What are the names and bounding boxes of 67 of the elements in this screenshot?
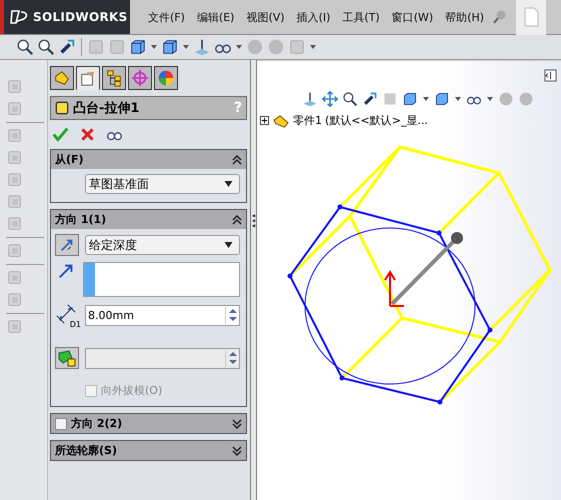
tree-icon: [105, 69, 123, 87]
tree-config: (默认<<默认>_显...: [325, 113, 428, 128]
crosshair-icon: [131, 69, 149, 87]
section-header[interactable]: 从(F): [51, 150, 246, 169]
tree-item[interactable]: 零件1: [293, 113, 322, 128]
caret-icon: [224, 242, 233, 248]
color-wheel-icon: [157, 69, 175, 87]
close-icon[interactable]: [79, 126, 96, 143]
caret-icon[interactable]: [309, 44, 317, 50]
zoom-icon[interactable]: [16, 38, 34, 56]
section-header[interactable]: 方向 1(1): [51, 210, 246, 229]
axis-icon[interactable]: [302, 91, 318, 107]
section-header[interactable]: 所选轮廓(S): [51, 441, 246, 460]
panel-tab[interactable]: [50, 66, 74, 90]
section-header[interactable]: 方向 2(2): [51, 414, 246, 433]
expand-icon[interactable]: [260, 116, 269, 125]
move-icon[interactable]: [322, 91, 338, 107]
document-icon: [523, 7, 540, 27]
pin-icon[interactable]: [492, 9, 508, 25]
logo-icon: [10, 9, 30, 25]
depth-field[interactable]: 8.00mm: [85, 304, 240, 326]
menu-item[interactable]: 文件(F): [142, 10, 191, 24]
zoom-icon[interactable]: [37, 38, 55, 56]
zoom-icon[interactable]: [342, 91, 358, 107]
caret-icon[interactable]: [150, 44, 158, 50]
dropdown[interactable]: 草图基准面: [85, 174, 240, 194]
properties-icon: [79, 69, 97, 87]
part-icon: [53, 69, 71, 87]
caret-icon[interactable]: [486, 96, 494, 102]
caret-icon[interactable]: [182, 44, 190, 50]
axis-icon[interactable]: [193, 38, 211, 56]
app-logo: SOLIDWORKS: [0, 0, 130, 34]
section-title: 方向 1(1): [55, 212, 108, 227]
draft-button[interactable]: [55, 347, 79, 369]
caret-icon[interactable]: [454, 96, 462, 102]
checkbox[interactable]: [55, 418, 67, 430]
checkbox-label: 向外拔模(O): [101, 383, 162, 398]
panel-toggle-icon[interactable]: [544, 69, 557, 82]
section-title: 从(F): [55, 152, 85, 167]
menu-item[interactable]: 编辑(E): [190, 10, 240, 24]
panel-tab[interactable]: [128, 66, 152, 90]
selection-box[interactable]: [83, 262, 240, 297]
panel-tab[interactable]: [76, 66, 100, 90]
menu-item[interactable]: 插入(I): [290, 10, 336, 24]
section-title: 方向 2(2): [71, 416, 124, 431]
caret-icon[interactable]: [235, 44, 243, 50]
menu-item[interactable]: 工具(T): [336, 10, 386, 24]
solid-face-icon: [57, 348, 77, 368]
chevron-icon[interactable]: [232, 154, 242, 164]
feature-title: 凸台-拉伸1: [73, 100, 140, 117]
menu-item[interactable]: 视图(V): [240, 10, 291, 24]
caret-icon: [224, 181, 233, 187]
dropdown[interactable]: 给定深度: [85, 235, 240, 255]
section-title: 所选轮廓(S): [55, 443, 118, 458]
previous-view-icon[interactable]: [58, 38, 76, 56]
previous-view-icon[interactable]: [362, 91, 378, 107]
chevron-icon[interactable]: [232, 446, 242, 456]
panel-tab[interactable]: [102, 66, 126, 90]
part-icon: [272, 114, 290, 128]
menu-item[interactable]: 窗口(W): [386, 10, 440, 24]
reverse-direction-button[interactable]: [55, 234, 79, 256]
panel-tab[interactable]: [154, 66, 178, 90]
chevron-icon[interactable]: [232, 214, 242, 224]
chevron-icon[interactable]: [232, 418, 242, 428]
menu-item[interactable]: 帮助(H): [439, 10, 490, 24]
draft-angle-field[interactable]: [85, 348, 240, 368]
caret-icon[interactable]: [422, 96, 430, 102]
